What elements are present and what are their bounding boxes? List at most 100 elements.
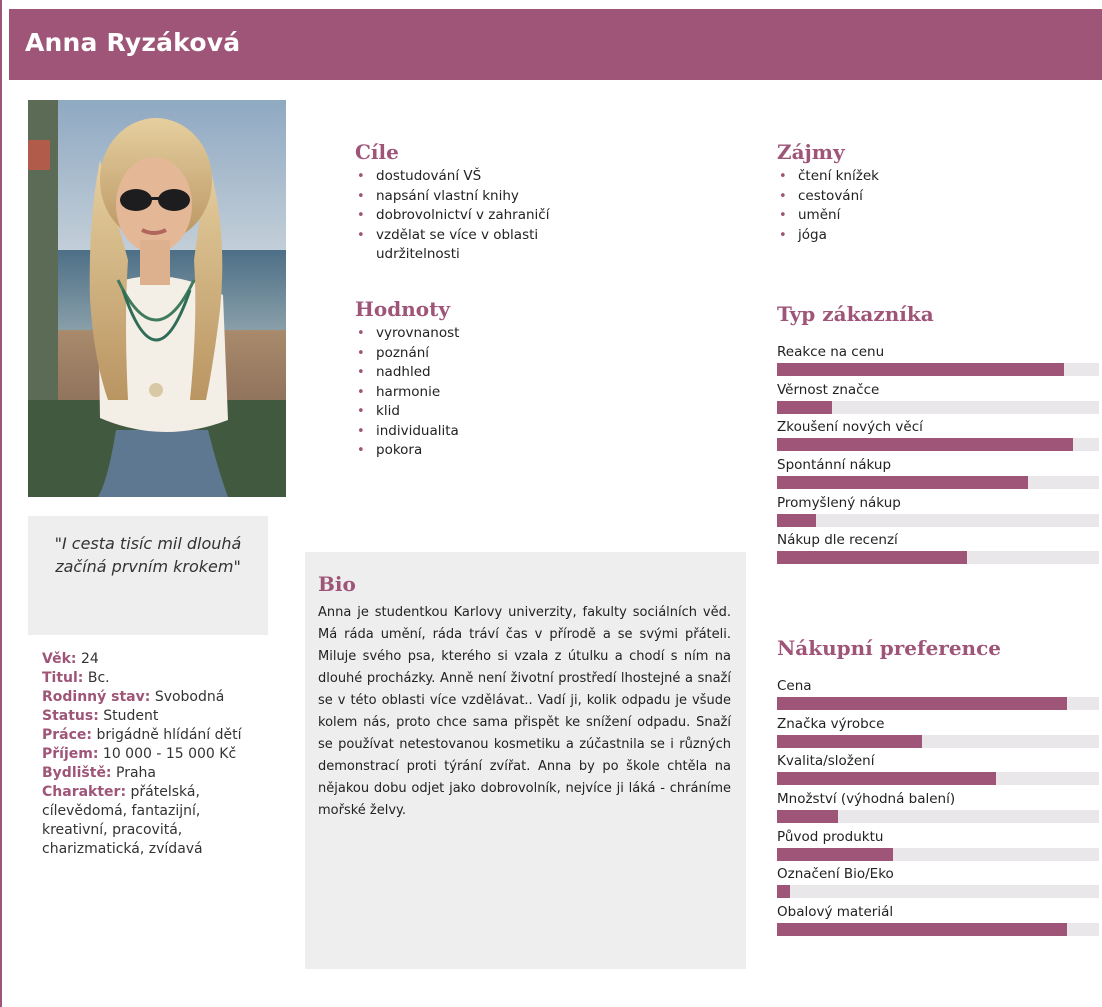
bio-heading: Bio [318,572,356,596]
bar-track [777,810,1099,824]
info-label: Bydliště: [42,765,112,781]
bar-fill [777,847,893,861]
bar-fill [777,551,967,565]
info-label: Příjem: [42,746,99,762]
bar-fill [777,438,1074,452]
bar-label: Reakce na cenu [777,344,885,360]
bar-item: Spontánní nákup [777,457,1099,495]
info-value: Bc. [87,670,110,686]
bar-fill [777,810,839,824]
bar-track [777,551,1099,565]
bar-track [777,400,1099,414]
shopping-prefs-bars: Cena Značka výrobce Kvalita/složení Množ… [777,678,1099,942]
bar-item: Věrnost značce [777,382,1099,420]
bar-label: Nákup dle recenzí [777,532,898,549]
info-residence: Bydliště: Praha [42,764,264,783]
bar-fill [777,697,1067,710]
bio-text: Anna je studentkou Karlovy univerzity, f… [318,605,731,818]
info-age: Věk: 24 [42,650,264,669]
values-heading: Hodnoty [355,297,450,321]
bar-item: Obalový materiál [777,904,1099,942]
bio-panel: Bio Anna je studentkou Karlovy univerzit… [305,552,746,969]
info-label: Rodinný stav: [42,689,151,705]
list-item: poznání [357,344,607,364]
bar-label: Původ produktu [777,828,884,845]
bar-label: Zkoušení nových věcí [777,419,923,436]
info-value: brigádně hlídání dětí [96,727,242,743]
bar-item: Původ produktu [777,829,1099,867]
info-label: Status: [42,708,99,724]
info-value: Praha [116,765,156,781]
personal-info: Věk: 24 Titul: Bc. Rodinný stav: Svobodn… [42,650,264,859]
list-item: cestování [779,187,1029,207]
bar-label: Značka výrobce [777,715,885,732]
list-item: umění [779,206,1029,226]
info-value: Student [103,708,159,724]
list-item: pokora [357,441,607,461]
page-header: Anna Ryzáková [9,9,1102,80]
bar-fill [777,923,1067,937]
list-item: napsání vlastní knihy [357,187,607,207]
bar-track [777,476,1099,490]
bar-item: Cena [777,678,1099,716]
list-item: klid [357,402,607,422]
bar-track [777,697,1099,710]
list-item: vzdělat se více v oblasti udržitelnosti [357,226,607,265]
bar-track [777,438,1099,452]
goals-heading: Cíle [355,140,399,164]
info-label: Práce: [42,727,93,743]
bar-label: Cena [777,678,812,694]
list-item: jóga [779,226,1029,246]
goals-list: dostudování VŠ napsání vlastní knihy dob… [357,167,607,265]
bar-label: Obalový materiál [777,904,894,921]
bar-item: Nákup dle recenzí [777,532,1099,570]
customer-type-bars: Reakce na cenu Věrnost značce Zkoušení n… [777,344,1099,570]
bar-item: Kvalita/složení [777,753,1099,791]
bar-track [777,923,1099,937]
interests-heading: Zájmy [777,140,845,164]
persona-photo [28,100,286,497]
bar-item: Reakce na cenu [777,344,1099,382]
bar-label: Označení Bio/Eko [777,866,894,883]
interests-list: čtení knížek cestování umění jóga [779,167,1029,245]
info-character: Charakter: přátelská, cílevědomá, fantaz… [42,783,264,859]
info-job: Práce: brigádně hlídání dětí [42,726,264,745]
info-label: Charakter: [42,784,127,800]
customer-type-heading: Typ zákazníka [777,302,934,326]
list-item: dostudování VŠ [357,167,607,187]
bar-fill [777,363,1064,376]
bar-label: Věrnost značce [777,381,880,398]
info-value: 24 [80,651,99,667]
bar-track [777,847,1099,861]
info-value: 10 000 - 15 000 Kč [102,746,237,762]
info-label: Věk: [42,651,77,667]
bar-fill [777,513,816,527]
bar-track [777,513,1099,527]
info-income: Příjem: 10 000 - 15 000 Kč [42,745,264,764]
persona-name: Anna Ryzáková [25,28,241,57]
bar-item: Promyšlený nákup [777,495,1099,533]
list-item: individualita [357,422,607,442]
info-value: Svobodná [154,689,225,705]
shopping-prefs-heading: Nákupní preference [777,636,1002,660]
list-item: dobrovolnictví v zahraničí [357,206,607,226]
bar-track [777,734,1099,748]
values-list: vyrovnanost poznání nadhled harmonie kli… [357,324,607,461]
bar-fill [777,885,790,899]
bar-track [777,363,1099,376]
bar-item: Množství (výhodná balení) [777,791,1099,829]
info-title: Titul: Bc. [42,669,264,688]
bar-track [777,772,1099,786]
bar-item: Zkoušení nových věcí [777,419,1099,457]
bar-label: Kvalita/složení [777,753,875,770]
persona-quote: "I cesta tisíc mil dlouhá začíná prvním … [28,516,268,635]
list-item: nadhled [357,363,607,383]
list-item: čtení knížek [779,167,1029,187]
info-marital-status: Rodinný stav: Svobodná [42,688,264,707]
info-label: Titul: [42,670,84,686]
bar-item: Označení Bio/Eko [777,866,1099,904]
info-status: Status: Student [42,707,264,726]
list-item: harmonie [357,383,607,403]
bar-label: Množství (výhodná balení) [777,791,956,808]
bar-label: Promyšlený nákup [777,494,901,511]
